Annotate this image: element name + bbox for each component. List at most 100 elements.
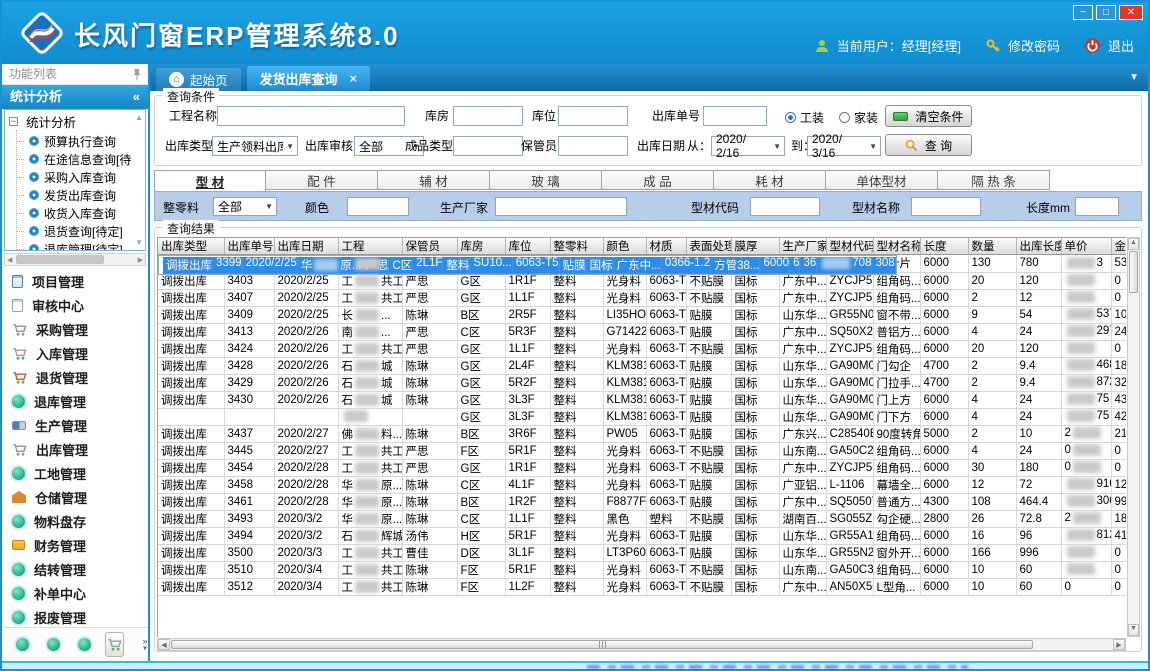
material-tab-4[interactable]: 玻 璃 [490,170,602,190]
table-row[interactable]: 调拨出库35002020/3/3工共工程曹佳D区3L1F整料LT3P606063… [158,544,1126,561]
table-row[interactable]: 调拨出库34132020/2/26南...严思C区5R3F整料G71422606… [158,323,1126,340]
table-row[interactable]: 调拨出库34292020/2/26石城陈琳G区5R2F整料KLM38176063… [158,374,1126,391]
table-row[interactable]: 调拨出库34612020/2/28华原...陈琳B区1R2F整料F8877FT6… [158,493,1126,510]
scrollbar-thumb[interactable] [171,640,1033,649]
sidebar-item-结转管理[interactable]: 结转管理 [2,557,148,581]
tree-item[interactable]: 采购入库查询 [19,168,145,186]
column-header[interactable]: 出库日期 [274,238,338,255]
tab-shipment-query[interactable]: 发货出库查询 × [247,66,371,91]
sidebar-item-生产管理[interactable]: 生产管理 [2,413,148,437]
column-header[interactable]: 型材代码 [826,238,873,255]
whole-part-select[interactable]: 全部 ▼ [213,197,277,216]
quick-dot-icon[interactable] [47,638,60,651]
logout-link[interactable]: 退出 [1108,36,1134,55]
out-type-select[interactable]: 生产领料出库 ▼ [212,136,298,156]
table-row[interactable]: 调拨出库34372020/2/27佛料...陈琳B区3R6F整料PW056063… [158,425,1126,442]
table-row[interactable]: 调拨出库34452020/2/27工共工程严思F区5R1F整料光身料6063-T… [158,442,1126,459]
sidebar-item-退库管理[interactable]: 退库管理 [2,389,148,413]
clear-conditions-button[interactable]: 清空条件 [885,105,972,127]
scroll-left-icon[interactable]: ◀ [158,639,170,650]
column-header[interactable]: 出库长度 [1016,238,1061,255]
table-row[interactable]: 调拨出库34932020/3/2华原...陈琳C区1L1F整料黑色塑料不贴膜国标… [158,510,1126,527]
table-row[interactable]: 调拨出库33992020/2/25华原...严思C区2L1F整料SU10...6… [158,255,897,275]
column-header[interactable]: 库房 [457,238,505,255]
column-header[interactable]: 出库类型 [158,238,224,255]
tree-scroll-up-icon[interactable]: ▲ [135,113,143,122]
bill-number-input[interactable] [703,106,767,126]
tree-expander-icon[interactable]: − [9,117,18,126]
grid-vertical-scrollbar[interactable]: ▲ ▼ [1127,237,1140,637]
sidebar-item-补单中心[interactable]: 补单中心 [2,581,148,605]
scroll-right-icon[interactable]: ▶ [138,256,143,264]
minimize-button[interactable]: − [1073,5,1093,20]
table-row[interactable]: 调拨出库34282020/2/26石城陈琳G区2L4F整料KLM38176063… [158,357,1126,374]
table-row[interactable]: 调拨出库34242020/2/26工共工程严思G区1L1F整料光身料6063-T… [158,340,1126,357]
product-type-input[interactable] [453,136,523,156]
column-header[interactable]: 生产厂家 [779,238,826,255]
column-header[interactable]: 数量 [968,238,1016,255]
project-name-input[interactable] [217,106,405,126]
scroll-down-icon[interactable]: ▼ [1128,624,1139,636]
quick-dot-icon[interactable] [78,638,91,651]
table-row[interactable]: 调拨出库34302020/2/26石城陈琳G区3L3F整料KLM38176063… [158,391,1126,408]
tab-close-icon[interactable]: × [350,71,358,86]
sidebar-item-采购管理[interactable]: 采购管理 [2,317,148,341]
tree-item[interactable]: 在途信息查询[待 [19,150,145,168]
toolbar-overflow-icon[interactable]: »▼ [142,637,148,653]
profile-code-input[interactable] [750,197,820,216]
column-header[interactable]: 表面处理 [686,238,731,255]
color-input[interactable] [347,197,409,216]
grid-horizontal-scrollbar[interactable]: ◀ ▶ [157,638,1126,651]
quick-dot-icon[interactable] [16,638,29,651]
radio-jiazhuang[interactable]: 家装 [839,109,878,126]
table-row[interactable]: G区3L3F整料KLM38176063-T5贴膜国标山东华...GA90M09.… [158,408,1126,425]
tree-root-statistics[interactable]: − 统计分析 [5,110,145,132]
column-header[interactable]: 出库单号 [224,238,274,255]
sidebar-item-报废管理[interactable]: 报废管理 [2,605,148,629]
column-header[interactable]: 型材名称 [873,238,920,255]
sidebar-item-审核中心[interactable]: 审核中心 [2,293,148,317]
date-from-picker[interactable]: 2020/ 2/16 ▼ [711,136,785,156]
scroll-up-icon[interactable]: ▲ [1128,238,1139,250]
material-tab-3[interactable]: 辅 材 [378,170,490,190]
pin-icon[interactable] [132,68,142,81]
column-header[interactable]: 材质 [646,238,686,255]
material-tab-1[interactable]: 型 材 [154,170,266,191]
search-button[interactable]: 查 询 [885,134,972,156]
collapse-icon[interactable]: « [133,85,140,109]
table-row[interactable]: 调拨出库35122020/3/4工共工程陈琳F区1L2F整料光身料6063-T5… [158,578,1126,595]
radio-gongzhuang[interactable]: 工装 [785,109,824,126]
tab-list-dropdown-icon[interactable]: ▼ [1129,72,1139,83]
scroll-left-icon[interactable]: ◀ [7,256,12,264]
tree-item[interactable]: 发货出库查询 [19,186,145,204]
profile-name-input[interactable] [911,197,981,216]
table-row[interactable]: 调拨出库34542020/2/28工共工程严思G区1R1F整料光身料6063-T… [158,459,1126,476]
column-header[interactable]: 膜厚 [731,238,779,255]
sidebar-item-工地管理[interactable]: 工地管理 [2,461,148,485]
column-header[interactable]: 整零料 [550,238,603,255]
sidebar-item-入库管理[interactable]: 入库管理 [2,341,148,365]
table-row[interactable]: 调拨出库34942020/3/2石辉城汤伟H区5R1F整料光身料6063-T5贴… [158,527,1126,544]
location-input[interactable] [558,106,628,126]
sidebar-item-物料盘存[interactable]: 物料盘存 [2,509,148,533]
column-header[interactable]: 库位 [505,238,550,255]
material-tab-2[interactable]: 配 件 [266,170,378,190]
warehouse-input[interactable] [453,106,523,126]
column-header[interactable]: 金额 [1111,238,1126,255]
sidebar-item-退货管理[interactable]: 退货管理 [2,365,148,389]
column-header[interactable]: 颜色 [603,238,646,255]
date-to-picker[interactable]: 2020/ 3/16 ▼ [807,136,881,156]
scrollbar-thumb[interactable] [16,255,104,264]
table-row[interactable]: 调拨出库35102020/3/4工共工程陈琳F区5R1F整料光身料6063-T5… [158,561,1126,578]
table-row[interactable]: 调拨出库34072020/2/25工共工程严思G区1L1F整料光身料6063-T… [158,289,1126,306]
tree-item[interactable]: 退货查询[待定] [19,222,145,240]
sidebar-item-仓储管理[interactable]: 仓储管理 [2,485,148,509]
column-header[interactable]: 工程 [338,238,402,255]
table-row[interactable]: 调拨出库34582020/2/28华原...陈琳C区4L1F整料光身料6063-… [158,476,1126,493]
maximize-button[interactable]: □ [1096,5,1116,20]
material-tab-5[interactable]: 成 品 [602,170,714,190]
column-header[interactable]: 保管员 [402,238,457,255]
length-input[interactable] [1075,197,1119,216]
tree-scroll-down-icon[interactable]: ▼ [135,238,143,247]
tree-item[interactable]: 预算执行查询 [19,132,145,150]
